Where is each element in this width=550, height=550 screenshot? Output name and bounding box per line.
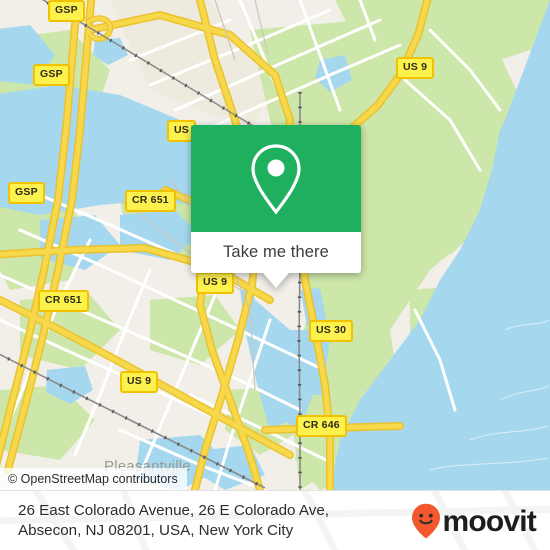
- address-text: 26 East Colorado Avenue, 26 E Colorado A…: [18, 501, 388, 541]
- address-line-2: Absecon, NJ 08201, USA, New York City: [18, 521, 294, 539]
- popup-tail: [263, 273, 289, 288]
- address-line-1: 26 East Colorado Avenue, 26 E Colorado A…: [18, 501, 330, 519]
- road-shield: CR 646: [296, 415, 347, 437]
- footer-bar: 26 East Colorado Avenue, 26 E Colorado A…: [0, 490, 550, 550]
- moovit-map-screenshot: GSP GSP GSP US 9 US CR 651 US 9 CR 651 US 30 US 9…: [0, 0, 550, 550]
- road-shield: GSP: [48, 0, 85, 22]
- location-pin-icon: [251, 143, 301, 215]
- osm-attribution[interactable]: © OpenStreetMap contributors: [0, 468, 187, 490]
- location-popup[interactable]: Take me there: [191, 125, 361, 288]
- road-shield: US 9: [396, 57, 435, 79]
- moovit-pin-icon: [412, 503, 441, 539]
- take-me-there-button[interactable]: Take me there: [191, 232, 361, 273]
- road-shield: CR 651: [125, 190, 176, 212]
- road-shield: CR 651: [38, 290, 89, 312]
- map-canvas[interactable]: GSP GSP GSP US 9 US CR 651 US 9 CR 651 US 30 US 9…: [0, 0, 550, 490]
- road-shield: US 9: [196, 272, 235, 294]
- moovit-logo[interactable]: moovit: [411, 503, 537, 539]
- take-me-there-label: Take me there: [223, 243, 329, 261]
- road-shield: GSP: [8, 182, 45, 204]
- popup-header: [191, 125, 361, 232]
- road-shield: US 9: [120, 371, 159, 393]
- road-shield: US 30: [309, 320, 354, 342]
- road-shield: GSP: [33, 64, 70, 86]
- moovit-wordmark: moovit: [442, 504, 536, 538]
